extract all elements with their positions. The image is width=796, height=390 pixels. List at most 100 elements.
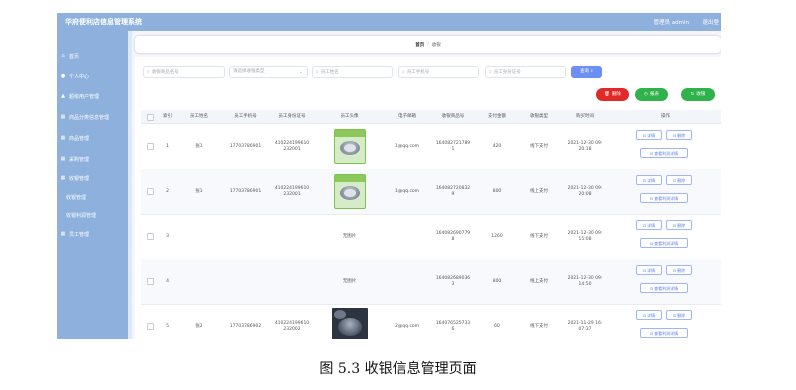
detail-button[interactable]: ⊡详情: [636, 265, 662, 275]
cell-email: 2@qq.com: [384, 304, 430, 339]
search-icon: ⌕: [590, 69, 593, 74]
cell-email-text: 1@qq.com: [394, 143, 420, 149]
cell-time: 2021-12-30 09: 15:08: [560, 214, 610, 259]
cell-order: 164082720832 9: [430, 169, 476, 214]
cell-phone-text: 17703786901: [229, 143, 262, 149]
sidebar-subitem-cashier-profit[interactable]: 收银利润管理: [66, 208, 96, 222]
sidebar-item-goods[interactable]: ▦ 商品管理: [60, 131, 89, 145]
view-profit-button[interactable]: ⊡查看利润详情: [640, 148, 688, 158]
cell-pay-text: 线下支付: [530, 143, 548, 149]
cell-time: 2021-12-30 09: 20:08: [560, 169, 610, 214]
view-profit-button[interactable]: ⊡查看利润详情: [640, 328, 688, 338]
cell-pay-text: 线下支付: [530, 233, 548, 239]
row-delete-button[interactable]: ⊡删除: [666, 265, 692, 275]
report-button[interactable]: ◷ 报表: [635, 88, 668, 101]
cell-pay-text: 线下支付: [530, 323, 548, 329]
detail-button[interactable]: ⊡详情: [636, 310, 662, 320]
search-icon: ⌕: [489, 69, 492, 75]
sidebar-item-home[interactable]: ⌂ 首页: [60, 49, 79, 63]
sidebar-subitem-cashier[interactable]: 收银管理: [66, 190, 86, 204]
cell-idx: 1: [159, 124, 176, 169]
home-icon: ⌂: [61, 53, 65, 59]
detail-button[interactable]: ⊡详情: [636, 220, 662, 230]
sidebar-item-cashier[interactable]: ▦ 收银管理: [60, 171, 89, 185]
cell-idcard-text: 410224199610 232001: [274, 140, 310, 152]
stats-button[interactable]: ↻ 收银: [681, 88, 715, 101]
sidebar-item-purchase[interactable]: ▦ 采购管理: [60, 152, 89, 166]
checkbox[interactable]: [146, 143, 154, 150]
cell-email: 1@qq.com: [384, 169, 430, 214]
cell-amount-text: 800: [492, 278, 502, 284]
checkbox[interactable]: [146, 278, 154, 285]
grid-icon: ▦: [60, 135, 66, 141]
cell-amount-text: 420: [492, 143, 502, 149]
trash-icon: ⊡: [672, 223, 677, 228]
row-delete-button[interactable]: ⊡删除: [666, 130, 692, 140]
cell-idx-text: 1: [166, 143, 169, 149]
cell-order-text: 164076525733 6: [435, 320, 471, 332]
header-select-all[interactable]: [141, 110, 159, 123]
detail-button-label: 详情: [647, 313, 656, 318]
figure-caption: 图 5.3 收银信息管理页面: [319, 361, 477, 377]
pay-type-select[interactable]: 请选择收银类型 ⌄: [229, 66, 308, 78]
row-delete-button[interactable]: ⊡删除: [666, 175, 692, 185]
no-image-label: 无图片: [342, 233, 357, 239]
view-profit-button-label: 查看利润详情: [654, 241, 679, 246]
view-profit-button[interactable]: ⊡查看利润详情: [640, 238, 688, 248]
cell-time: 2021-12-30 09: 14:50: [560, 259, 610, 304]
row-actions: ⊡详情 ⊡删除 ⊡查看利润详情: [610, 304, 721, 339]
sidebar-item-profile[interactable]: ● 个人中心: [60, 69, 89, 83]
row-delete-button[interactable]: ⊡删除: [666, 310, 692, 320]
checkbox[interactable]: [146, 323, 154, 330]
trash-icon: 🗑: [604, 92, 610, 97]
cell-name: [176, 259, 222, 304]
search-button[interactable]: 查询 ⌕: [571, 66, 602, 78]
trash-icon: ⊡: [672, 313, 677, 318]
cell-pay: 线下支付: [518, 124, 560, 169]
sidebar-item-label: 收银利润管理: [66, 212, 97, 219]
cell-time: 2021-12-30 09: 20:18: [560, 124, 610, 169]
checkbox[interactable]: [146, 233, 154, 240]
no-image-label: 无图片: [342, 278, 357, 284]
ops-cell: ⊡详情 ⊡删除 ⊡查看利润详情: [610, 169, 721, 214]
delete-button[interactable]: 🗑 删除: [596, 88, 629, 101]
cell-idx: 3: [159, 214, 176, 259]
cell-amount: 1260: [476, 214, 518, 259]
detail-button[interactable]: ⊡详情: [636, 175, 662, 185]
delete-button-label: 删除: [611, 92, 621, 97]
breadcrumb-home[interactable]: 首页: [415, 42, 424, 48]
cell-time-text: 2021-12-30 09: 20:18: [567, 140, 603, 152]
checkbox[interactable]: [146, 188, 154, 195]
checkbox[interactable]: [146, 114, 154, 121]
search-icon: ⌕: [147, 69, 150, 75]
table-row: 1 张1 17703786901 410224199610 232001 1@qq.co…: [141, 124, 721, 170]
emp-id-placeholder: 员工身份证号: [493, 70, 521, 75]
cell-order: 164082721789 1: [430, 124, 476, 169]
order-no-input[interactable]: ⌕ 收银商品名号: [143, 66, 225, 78]
cell-name: 张1: [176, 169, 222, 214]
row-delete-button[interactable]: ⊡删除: [666, 220, 692, 230]
sidebar-item-superuser[interactable]: ▲ 超级用户管理: [60, 89, 99, 103]
emp-name-input[interactable]: ⌕ 员工姓名: [312, 66, 393, 78]
cell-pay-text: 线上支付: [530, 278, 548, 284]
view-profit-button[interactable]: ⊡查看利润详情: [640, 193, 688, 203]
logout-link[interactable]: 退出登: [702, 18, 719, 26]
row-select-cell: [141, 259, 159, 304]
view-profit-button[interactable]: ⊡查看利润详情: [640, 283, 688, 293]
sidebar-item-employee[interactable]: ▦ 员工管理: [60, 227, 89, 241]
view-profit-button-label: 查看利润详情: [654, 151, 679, 156]
emp-phone-input[interactable]: ⌕ 员工手机号: [398, 66, 479, 78]
sidebar-item-category[interactable]: ▦ 商品分类信息管理: [60, 110, 109, 124]
detail-button[interactable]: ⊡详情: [636, 130, 662, 140]
breadcrumb-separator: /: [427, 42, 429, 47]
trash-icon: ⊡: [672, 268, 677, 273]
detail-button-label: 详情: [647, 268, 656, 273]
cell-idx-text: 5: [166, 323, 169, 329]
header-time: 购买时间: [576, 114, 594, 119]
emp-id-input[interactable]: ⌕ 员工身份证号: [485, 66, 566, 78]
trash-icon: ⊡: [672, 178, 677, 183]
avatar: [333, 129, 366, 164]
cell-email-text: 1@qq.com: [394, 188, 420, 194]
cell-idx-text: 3: [166, 233, 169, 239]
cell-name-text: 张1: [195, 143, 203, 149]
